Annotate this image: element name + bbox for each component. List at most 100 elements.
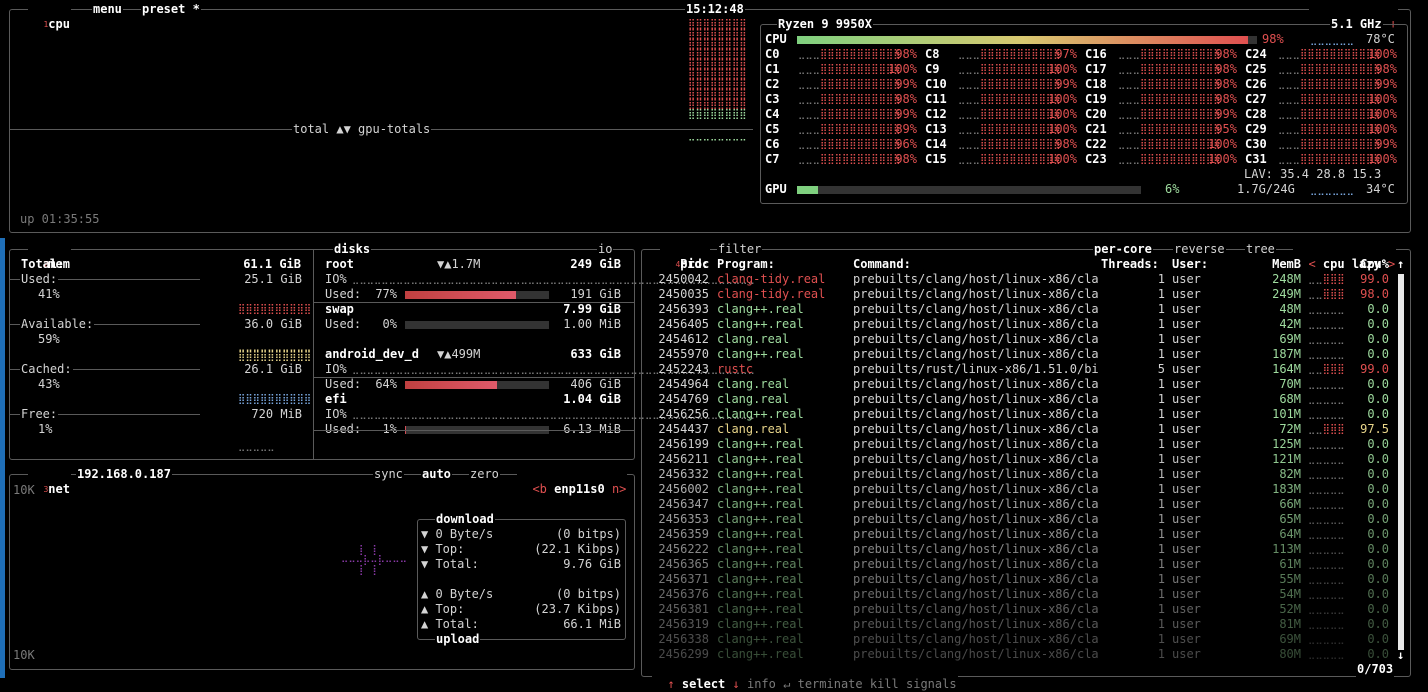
col-threads[interactable]: Threads: [1101, 257, 1159, 272]
command-cell: prebuilts/clang/host/linux-x86/cla [853, 287, 1099, 301]
user-cell: user [1172, 287, 1201, 301]
table-row[interactable]: 2456376 clang++.real prebuilts/clang/host/… [645, 587, 1395, 602]
table-row[interactable]: 2456256 clang++.real prebuilts/clang/host/… [645, 407, 1395, 422]
user-cell: user [1172, 437, 1201, 451]
cpu-sparkline: ⣀⣀⣀⣀⣀ [1308, 304, 1345, 315]
net-next-interface-button[interactable]: n> [612, 482, 626, 496]
table-row[interactable]: 2456365 clang++.real prebuilts/clang/host/… [645, 557, 1395, 572]
select-up-icon[interactable]: ↑ [667, 677, 674, 691]
table-row[interactable]: 2456359 clang++.real prebuilts/clang/host/… [645, 527, 1395, 542]
disk-separator [314, 302, 634, 303]
table-row[interactable]: 2456405 clang++.real prebuilts/clang/host/… [645, 317, 1395, 332]
col-program[interactable]: Program: [717, 257, 775, 272]
disks-title[interactable]: disks [333, 242, 372, 257]
terminate-button[interactable]: terminate [798, 677, 863, 691]
io-toggle[interactable]: io [597, 242, 614, 257]
table-row[interactable]: 2456371 clang++.real prebuilts/clang/host/… [645, 572, 1395, 587]
sort-next-button[interactable]: > [1388, 257, 1395, 271]
table-row[interactable]: 2456319 clang++.real prebuilts/clang/host/… [645, 617, 1395, 632]
program-cell: clang++.real [717, 527, 804, 541]
proc-filter-button[interactable]: filter [717, 242, 763, 257]
table-row[interactable]: 2454964 clang.real prebuilts/clang/host/li… [645, 377, 1395, 392]
threads-cell: 1 [1157, 407, 1165, 421]
menu-button[interactable]: menu [92, 2, 123, 17]
gpu-history-graph: ⠒⠒⠒⠒⠒⠒⠒⠒ [688, 136, 747, 147]
col-pid[interactable]: Pid: [653, 257, 709, 272]
pid-cell: 2456347 [658, 497, 709, 511]
disk-separator [314, 377, 634, 378]
table-row[interactable]: 2456347 clang++.real prebuilts/clang/host/… [645, 497, 1395, 512]
mem-cell: 65M [1279, 512, 1301, 526]
col-cpu[interactable]: Cpu% [1340, 257, 1389, 272]
info-button[interactable]: info [747, 677, 776, 691]
table-row[interactable]: 2456338 clang++.real prebuilts/clang/host/… [645, 632, 1395, 647]
upload-top-value: (23.7 Kibps) [534, 602, 621, 616]
table-row[interactable]: 2454437 clang.real prebuilts/clang/host/li… [645, 422, 1395, 437]
table-row[interactable]: 2450035 clang-tidy.real prebuilts/clang/ho… [645, 287, 1395, 302]
cpu-cell: 0.0 [1367, 302, 1389, 316]
program-cell: clang-tidy.real [717, 272, 826, 286]
table-row[interactable]: 2455970 clang++.real prebuilts/clang/host/… [645, 347, 1395, 362]
sort-prev-button[interactable]: < [1308, 257, 1315, 271]
disk-used-value: 1.00 MiB [563, 317, 621, 331]
table-row[interactable]: 2456211 clang++.real prebuilts/clang/host/… [645, 452, 1395, 467]
net-sync-toggle[interactable]: sync [373, 467, 404, 482]
cpu-sparkline: ⣀⣀⣀⣀⣀ [1308, 379, 1345, 390]
graph-mode-label[interactable]: total ▲▼ gpu-totals [292, 122, 432, 137]
table-row[interactable]: 2454612 clang.real prebuilts/clang/host/li… [645, 332, 1395, 347]
user-cell: user [1172, 632, 1201, 646]
disk-size: 7.99 GiB [563, 302, 621, 316]
net-interface-selector[interactable]: <b enp11s0 n> [517, 467, 628, 497]
table-row[interactable]: 2456332 clang++.real prebuilts/clang/host/… [645, 467, 1395, 482]
net-auto-toggle[interactable]: auto [421, 467, 452, 482]
cpu-cell: 0.0 [1367, 527, 1389, 541]
col-command[interactable]: Command: [853, 257, 911, 272]
table-row[interactable]: 2456002 clang++.real prebuilts/clang/host/… [645, 482, 1395, 497]
table-row[interactable]: 2454769 clang.real prebuilts/clang/host/li… [645, 392, 1395, 407]
col-memb[interactable]: MemB [1250, 257, 1301, 272]
cpu-panel-title[interactable]: 1cpu [28, 2, 71, 32]
gpu-memory: 1.7G/24G [1237, 182, 1295, 196]
cpu-cell: 0.0 [1367, 557, 1389, 571]
upload-total-row: ▲ Total: [421, 617, 479, 631]
table-row[interactable]: 2456222 clang++.real prebuilts/clang/host/… [645, 542, 1395, 557]
table-row[interactable]: 2456199 clang++.real prebuilts/clang/host/… [645, 437, 1395, 452]
table-row[interactable]: 2456381 clang++.real prebuilts/clang/host/… [645, 602, 1395, 617]
command-cell: prebuilts/clang/host/linux-x86/cla [853, 542, 1099, 556]
reverse-toggle[interactable]: reverse [1173, 242, 1226, 257]
core-label: C12 [925, 107, 947, 121]
net-traffic-graph: ⡇ ⡇ ⠤⠤⠤⡧⠤⡧⠤⠤⠤ ⡇ ⡇ [341, 545, 407, 576]
cpu-cell: 0.0 [1367, 377, 1389, 391]
core-label: C13 [925, 122, 947, 136]
program-cell: clang++.real [717, 602, 804, 616]
mem-used-percent: 41% [38, 287, 60, 301]
preset-button[interactable]: preset * [141, 2, 201, 17]
select-button[interactable]: select [682, 677, 725, 691]
proc-scrollbar[interactable] [1398, 274, 1404, 650]
cpu-sparkline: ⣀⣀⣀⣀⣀ [1308, 439, 1345, 450]
signals-button[interactable]: signals [906, 677, 957, 691]
table-row[interactable]: 2456393 clang++.real prebuilts/clang/host/… [645, 302, 1395, 317]
download-rate-bits: (0 bitps) [555, 527, 621, 541]
net-zero-button[interactable]: zero [469, 467, 500, 482]
mem-available-label: Available: [20, 317, 95, 332]
command-cell: prebuilts/clang/host/linux-x86/cla [853, 437, 1099, 451]
per-core-toggle[interactable]: per-core [1093, 242, 1153, 257]
mem-total-value: 61.1 GiB [243, 257, 301, 271]
proc-footer: ↑ select ↓ info ↵ terminate kill signals [652, 662, 958, 692]
core-percent: 95% [1215, 122, 1237, 136]
table-row[interactable]: 2456353 clang++.real prebuilts/clang/host/… [645, 512, 1395, 527]
program-cell: clang.real [717, 392, 790, 406]
select-down-icon[interactable]: ↓ [733, 677, 740, 691]
table-row[interactable]: 2456299 clang++.real prebuilts/clang/host/… [645, 647, 1395, 662]
table-row[interactable]: 2452243 rustc prebuilts/rust/linux-x86/1.5… [645, 362, 1395, 377]
download-top-row: ▼ Top: [421, 542, 465, 556]
core-percent: 98% [1055, 137, 1077, 151]
core-label: C29 [1245, 122, 1267, 136]
user-cell: user [1172, 377, 1201, 391]
tree-toggle[interactable]: tree [1245, 242, 1276, 257]
kill-button[interactable]: kill [870, 677, 899, 691]
net-prev-interface-button[interactable]: <b [532, 482, 546, 496]
col-user[interactable]: User: [1172, 257, 1208, 272]
table-row[interactable]: 2450042 clang-tidy.real prebuilts/clang/ho… [645, 272, 1395, 287]
